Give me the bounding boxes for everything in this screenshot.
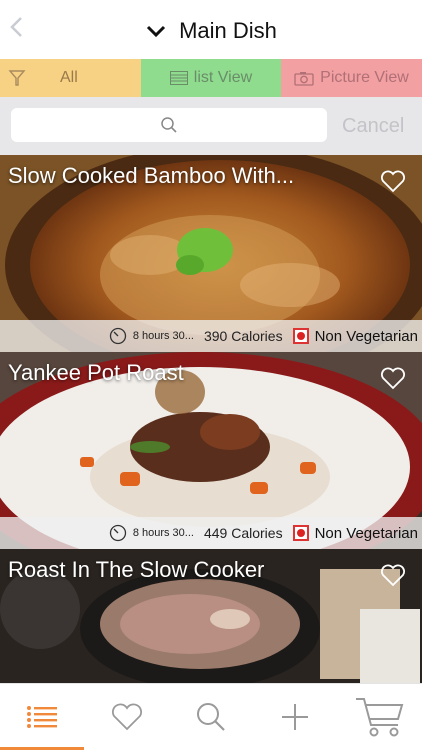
filter-bar: All list View Picture View bbox=[0, 59, 422, 97]
favorite-heart-icon[interactable] bbox=[380, 366, 406, 390]
diet-label: Non Vegetarian bbox=[314, 327, 418, 345]
camera-icon bbox=[294, 71, 314, 86]
tab-list[interactable] bbox=[0, 684, 84, 750]
recipe-title: Slow Cooked Bamboo With... bbox=[8, 163, 295, 188]
favorite-heart-icon[interactable] bbox=[380, 169, 406, 193]
filter-all-label: All bbox=[60, 69, 78, 86]
chevron-down-icon bbox=[147, 25, 166, 38]
plus-icon bbox=[282, 704, 308, 730]
heart-icon bbox=[111, 703, 143, 731]
non-veg-icon bbox=[292, 328, 309, 344]
list-icon bbox=[27, 706, 57, 728]
cart-icon bbox=[356, 698, 404, 737]
list-view-label: list View bbox=[193, 69, 253, 86]
search-input[interactable] bbox=[11, 108, 327, 142]
tab-cart[interactable] bbox=[338, 684, 422, 750]
recipe-title: Roast In The Slow Cooker bbox=[8, 557, 265, 582]
cook-time: 8 hours 30... bbox=[132, 527, 194, 539]
top-bar: Main Dish bbox=[0, 0, 422, 59]
search-icon bbox=[161, 117, 177, 133]
filter-icon bbox=[8, 70, 26, 86]
cancel-button[interactable]: Cancel bbox=[342, 115, 404, 138]
recipe-card[interactable]: Yankee Pot Roast 8 hours 30... 449 Calor… bbox=[0, 352, 422, 549]
recipe-meta: 8 hours 30... 449 Calories Non Vegetaria… bbox=[0, 517, 422, 549]
clock-icon bbox=[109, 524, 126, 542]
cook-time: 8 hours 30... bbox=[132, 330, 194, 342]
recipe-title: Yankee Pot Roast bbox=[8, 360, 184, 385]
diet-label: Non Vegetarian bbox=[314, 524, 418, 542]
tab-add[interactable] bbox=[252, 684, 338, 750]
search-bar: Cancel bbox=[0, 97, 422, 155]
picture-view-label: Picture View bbox=[320, 69, 409, 86]
tab-search[interactable] bbox=[170, 684, 252, 750]
list-view-button[interactable]: list View bbox=[141, 59, 281, 97]
non-veg-icon bbox=[292, 525, 309, 541]
recipe-card[interactable]: Slow Cooked Bamboo With... 8 hours 30...… bbox=[0, 155, 422, 352]
picture-view-button[interactable]: Picture View bbox=[281, 59, 422, 97]
tab-favorites[interactable] bbox=[84, 684, 170, 750]
calories: 390 Calories bbox=[203, 328, 283, 344]
calories: 449 Calories bbox=[203, 525, 283, 541]
search-icon bbox=[197, 703, 225, 731]
list-view-icon bbox=[169, 71, 188, 85]
recipe-card[interactable]: Roast In The Slow Cooker bbox=[0, 549, 422, 683]
filter-all-button[interactable]: All bbox=[0, 59, 141, 97]
category-selector[interactable]: Main Dish bbox=[0, 15, 422, 47]
clock-icon bbox=[109, 327, 126, 345]
page-title: Main Dish bbox=[179, 18, 277, 43]
favorite-heart-icon[interactable] bbox=[380, 563, 406, 587]
bottom-tab-bar bbox=[0, 683, 422, 750]
recipe-meta: 8 hours 30... 390 Calories Non Vegetaria… bbox=[0, 320, 422, 352]
